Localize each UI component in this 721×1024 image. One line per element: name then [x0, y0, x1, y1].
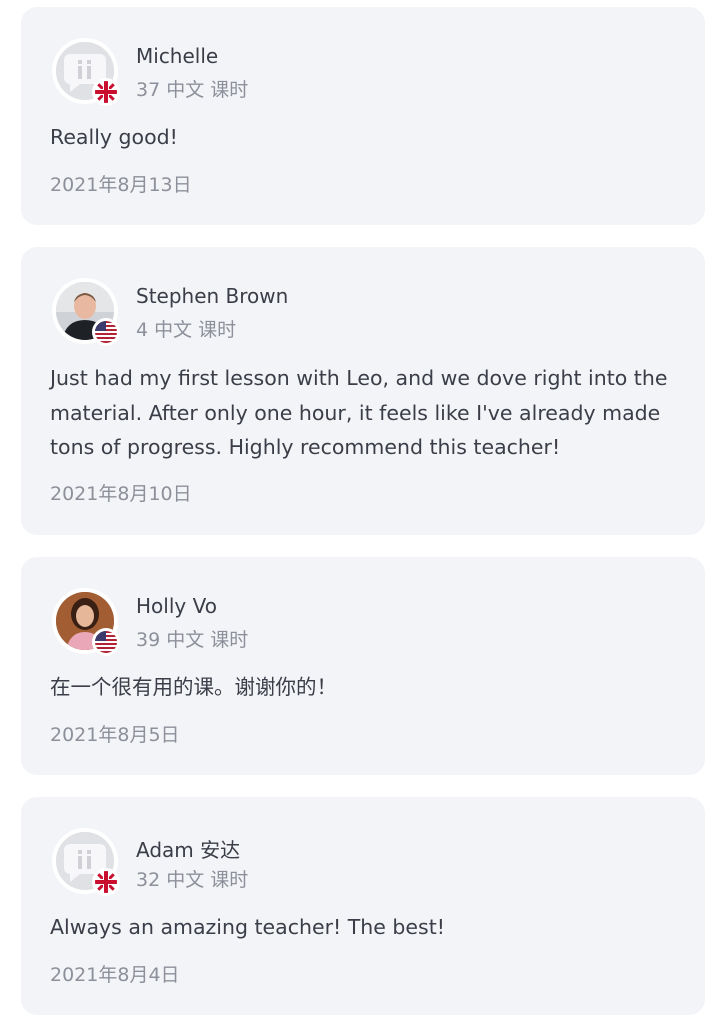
review-date: 2021年8月4日 [50, 964, 180, 986]
avatar[interactable] [52, 588, 120, 656]
avatar[interactable] [52, 38, 120, 106]
review-text: Really good! [50, 125, 178, 149]
us-flag-icon [92, 318, 120, 346]
uk-flag-icon [92, 868, 120, 896]
reviewer-name: Stephen Brown [136, 284, 289, 308]
reviewer-name: Michelle [136, 44, 219, 68]
review-text: Just had my first lesson with Leo, and w… [50, 366, 668, 459]
lesson-count: 4 中文 课时 [136, 319, 237, 341]
lesson-count: 39 中文 课时 [136, 629, 249, 651]
lesson-count: 37 中文 课时 [136, 79, 249, 101]
review-card: Adam 安达 32 中文 课时 Always an amazing teach… [21, 797, 705, 1015]
review-text: 在一个很有用的课。谢谢你的！ [50, 675, 337, 699]
avatar[interactable] [52, 278, 120, 346]
avatar[interactable] [52, 828, 120, 896]
reviewer-name: Adam 安达 [136, 838, 241, 862]
lesson-count: 32 中文 课时 [136, 869, 249, 891]
us-flag-icon [92, 628, 120, 656]
review-card: Michelle 37 中文 课时 Really good! 2021年8月13… [21, 7, 705, 225]
reviewer-name: Holly Vo [136, 594, 217, 618]
review-text: Always an amazing teacher! The best! [50, 915, 445, 939]
review-date: 2021年8月10日 [50, 483, 192, 505]
review-date: 2021年8月5日 [50, 724, 180, 746]
uk-flag-icon [92, 78, 120, 106]
review-card: Stephen Brown 4 中文 课时 Just had my first … [21, 247, 705, 535]
review-date: 2021年8月13日 [50, 174, 192, 196]
review-card: Holly Vo 39 中文 课时 在一个很有用的课。谢谢你的！ 2021年8月… [21, 557, 705, 775]
